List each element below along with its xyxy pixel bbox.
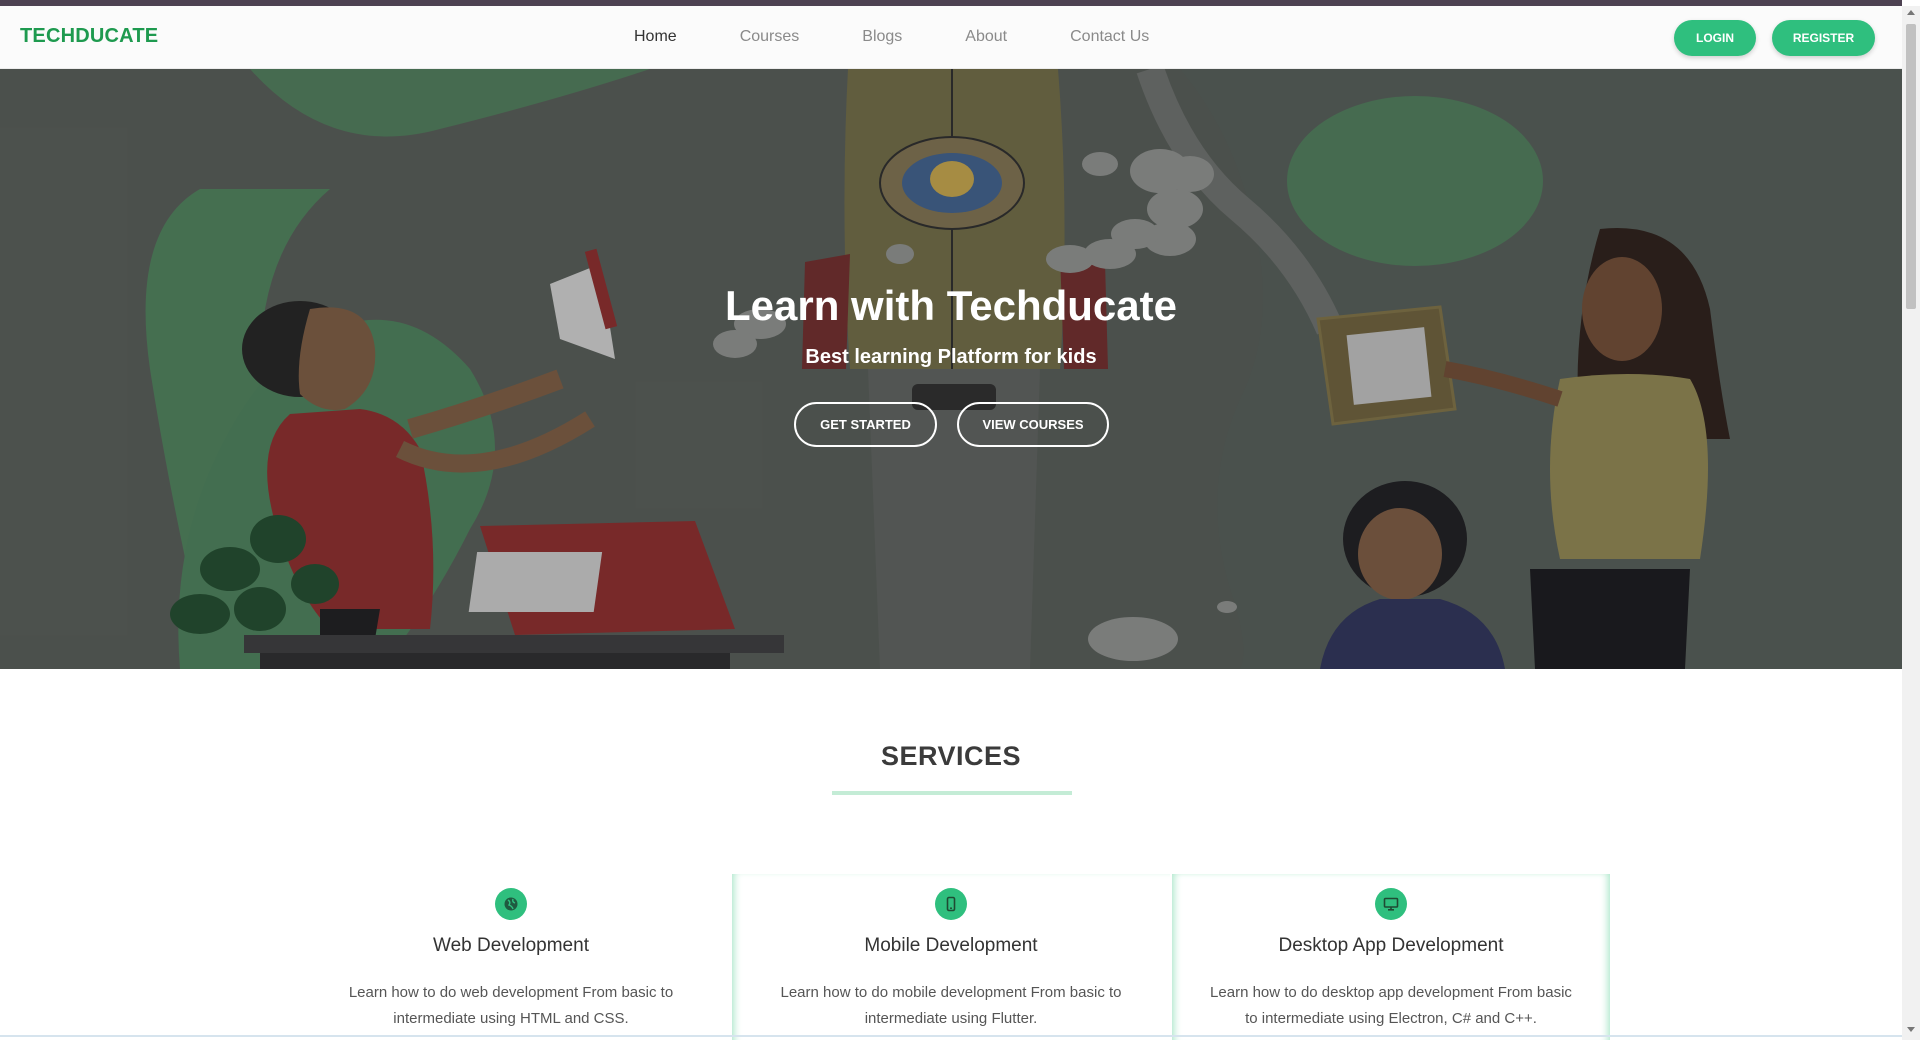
hero-section: Learn with Techducate Best learning Plat… — [0, 69, 1902, 669]
nav-courses[interactable]: Courses — [740, 28, 800, 46]
mobile-icon — [935, 888, 967, 920]
nav-about[interactable]: About — [965, 28, 1007, 46]
page: TECHDUCATE Home Courses Blogs About Cont… — [0, 0, 1902, 1040]
service-card-text: Learn how to do desktop app development … — [1210, 984, 1572, 1027]
desktop-icon — [1375, 888, 1407, 920]
scroll-up-arrow-icon[interactable] — [1907, 10, 1915, 15]
nav-blogs[interactable]: Blogs — [862, 28, 902, 46]
globe-icon — [495, 888, 527, 920]
get-started-button[interactable]: GET STARTED — [794, 402, 937, 447]
scroll-down-arrow-icon[interactable] — [1907, 1027, 1915, 1032]
service-card-title: Web Development — [433, 935, 589, 956]
service-card-title: Mobile Development — [864, 935, 1038, 956]
register-button[interactable]: REGISTER — [1772, 20, 1875, 56]
service-card-text: Learn how to do web development From bas… — [348, 984, 674, 1027]
main-nav: Home Courses Blogs About Contact Us — [634, 28, 1212, 46]
service-card-mobile: Mobile Development Learn how to do mobil… — [732, 874, 1170, 1040]
nav-home[interactable]: Home — [634, 28, 677, 46]
service-card-desktop: Desktop App Development Learn how to do … — [1172, 874, 1610, 1040]
login-button[interactable]: LOGIN — [1674, 20, 1756, 56]
service-card-web: Web Development Learn how to do web deve… — [292, 874, 730, 1040]
vertical-scrollbar[interactable] — [1902, 6, 1920, 1040]
nav-contact-us[interactable]: Contact Us — [1070, 28, 1149, 46]
hero-title: Learn with Techducate — [725, 282, 1177, 329]
services-underline — [832, 791, 1072, 795]
hero-overlay — [0, 69, 1902, 669]
bottom-divider — [0, 1035, 1902, 1037]
service-card-text: Learn how to do mobile development From … — [780, 984, 1122, 1027]
brand-logo[interactable]: TECHDUCATE — [20, 25, 158, 48]
navbar: TECHDUCATE Home Courses Blogs About Cont… — [0, 6, 1902, 69]
scroll-thumb[interactable] — [1906, 24, 1916, 309]
service-card-title: Desktop App Development — [1278, 935, 1504, 956]
services-title: SERVICES — [880, 741, 1022, 771]
view-courses-button[interactable]: VIEW COURSES — [957, 402, 1109, 447]
hero-subtitle: Best learning Platform for kids — [805, 346, 1097, 368]
